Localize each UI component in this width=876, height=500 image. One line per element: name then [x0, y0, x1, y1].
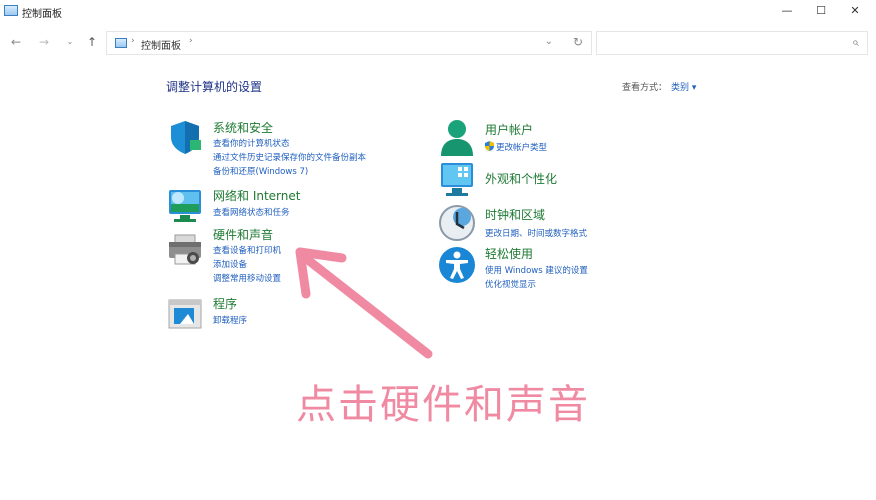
refresh-icon[interactable]: ↻ — [573, 35, 583, 49]
category-user-accounts[interactable]: 用户帐户 — [485, 121, 533, 138]
link-recommended-settings[interactable]: 使用 Windows 建议的设置 — [485, 264, 588, 276]
window-title: 控制面板 — [22, 9, 62, 20]
category-network-internet[interactable]: 网络和 Internet — [213, 187, 300, 204]
link-uninstall-program[interactable]: 卸载程序 — [213, 314, 247, 326]
category-appearance[interactable]: 外观和个性化 — [485, 170, 557, 187]
link-optimize-visual-display[interactable]: 优化视觉显示 — [485, 278, 536, 290]
user-icon[interactable] — [438, 118, 476, 156]
page-title: 调整计算机的设置 — [166, 80, 263, 94]
maximize-button[interactable]: ☐ — [806, 2, 836, 20]
category-system-security[interactable]: 系统和安全 — [213, 119, 273, 136]
link-mobility-settings[interactable]: 调整常用移动设置 — [213, 272, 281, 284]
link-file-history[interactable]: 通过文件历史记录保存你的文件备份副本 — [213, 151, 366, 163]
accessibility-icon[interactable] — [438, 246, 476, 284]
title-bar: 控制面板 — ☐ ✕ — [0, 0, 876, 24]
link-network-status[interactable]: 查看网络状态和任务 — [213, 206, 290, 218]
up-arrow-icon[interactable]: ↑ — [84, 34, 100, 50]
category-hardware-sound[interactable]: 硬件和声音 — [213, 226, 273, 243]
link-backup-restore[interactable]: 备份和还原(Windows 7) — [213, 165, 308, 177]
category-programs[interactable]: 程序 — [213, 295, 237, 312]
back-arrow-icon[interactable]: ← — [8, 34, 24, 50]
forward-arrow-icon[interactable]: → — [36, 34, 52, 50]
link-devices-printers[interactable]: 查看设备和打印机 — [213, 244, 281, 256]
link-date-time-format[interactable]: 更改日期、时间或数字格式 — [485, 227, 587, 239]
control-panel-icon — [115, 38, 127, 48]
address-dropdown-icon[interactable]: ⌄ — [545, 36, 553, 47]
category-clock-region[interactable]: 时钟和区域 — [485, 206, 545, 223]
close-button[interactable]: ✕ — [840, 2, 870, 20]
link-change-account-type[interactable]: 更改帐户类型 — [496, 141, 547, 153]
control-panel-icon — [4, 5, 18, 16]
address-bar[interactable]: › 控制面板 › ⌄ ↻ — [106, 31, 592, 55]
view-by: 查看方式： 类别 ▾ — [622, 80, 696, 93]
breadcrumb-separator[interactable]: › — [189, 36, 193, 46]
clock-icon[interactable] — [438, 204, 476, 242]
network-icon[interactable] — [166, 186, 204, 224]
breadcrumb-separator[interactable]: › — [131, 36, 135, 46]
annotation-arrow — [295, 247, 433, 359]
breadcrumb-control-panel[interactable]: 控制面板 — [141, 37, 181, 52]
search-icon[interactable]: ⌕ — [852, 35, 859, 50]
category-ease-of-access[interactable]: 轻松使用 — [485, 245, 533, 262]
programs-icon[interactable] — [166, 296, 204, 334]
navigation-bar: ← → ⌄ ↑ › 控制面板 › ⌄ ↻ ⌕ — [0, 28, 876, 58]
view-by-dropdown[interactable]: 类别 ▾ — [671, 83, 696, 93]
shield-icon[interactable] — [166, 118, 204, 156]
link-add-device[interactable]: 添加设备 — [213, 258, 247, 270]
link-check-status[interactable]: 查看你的计算机状态 — [213, 137, 290, 149]
search-input[interactable]: ⌕ — [596, 31, 868, 55]
uac-shield-icon — [485, 141, 494, 151]
annotation-text: 点击硬件和声音 — [296, 382, 590, 428]
recent-locations-chevron-icon[interactable]: ⌄ — [62, 34, 78, 50]
minimize-button[interactable]: — — [772, 2, 802, 20]
printer-icon[interactable] — [166, 232, 204, 270]
appearance-icon[interactable] — [438, 160, 476, 198]
view-by-label: 查看方式： — [622, 83, 668, 93]
